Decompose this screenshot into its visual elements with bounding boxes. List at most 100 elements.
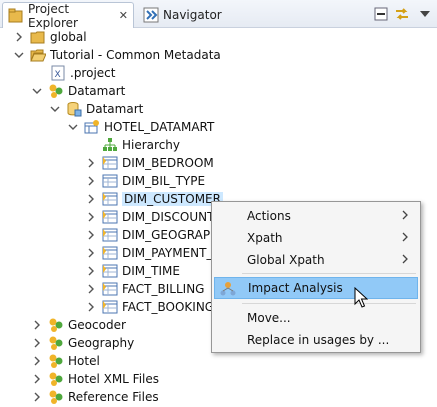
chevron-right-icon[interactable] <box>86 302 96 312</box>
table-icon <box>102 282 118 296</box>
svg-text:X: X <box>55 70 61 80</box>
menu-item-label: Replace in usages by ... <box>247 333 390 347</box>
mouse-cursor-icon <box>354 287 368 308</box>
tree-item-datamart-folder[interactable]: Datamart <box>0 82 125 100</box>
table-icon <box>102 264 118 278</box>
chevron-down-icon[interactable] <box>50 104 60 114</box>
table-row[interactable]: DIM_BEDROOM <box>0 154 214 172</box>
metadata-folder-icon <box>49 84 63 98</box>
table-row-selected[interactable]: DIM_CUSTOMER <box>0 190 223 208</box>
table-row[interactable]: DIM_TIME <box>0 262 180 280</box>
folder-icon <box>30 31 45 44</box>
tree-item-geocoder[interactable]: Geocoder <box>0 316 126 334</box>
chevron-right-icon <box>402 254 408 264</box>
table-icon <box>102 228 118 242</box>
table-row[interactable]: FACT_BILLING <box>0 280 204 298</box>
chevron-right-icon[interactable] <box>32 320 42 330</box>
tree-item-label: Geocoder <box>68 318 126 332</box>
table-row[interactable]: DIM_BIL_TYPE <box>0 172 205 190</box>
chevron-right-icon[interactable] <box>86 266 96 276</box>
tree-item-label: Geography <box>68 336 135 350</box>
project-explorer-icon <box>8 8 23 22</box>
minimize-icon <box>374 7 388 21</box>
tree-item-reference-files[interactable]: Reference Files <box>0 388 159 406</box>
menu-item-impact-analysis[interactable]: Impact Analysis <box>214 277 418 299</box>
tree-item-label: Reference Files <box>68 390 159 404</box>
table-row[interactable]: DIM_DISCOUNT <box>0 208 214 226</box>
chevron-right-icon[interactable] <box>86 230 96 240</box>
chevron-right-icon[interactable] <box>86 158 96 168</box>
metadata-folder-icon <box>49 336 63 350</box>
open-folder-icon <box>30 49 46 62</box>
chevron-down-icon[interactable] <box>14 50 24 60</box>
table-row[interactable]: DIM_PAYMENT_ <box>0 244 212 262</box>
tree-item-global[interactable]: global <box>0 28 87 46</box>
tree-item-hotel-xml-files[interactable]: Hotel XML Files <box>0 370 159 388</box>
tree-item-hotel-datamart[interactable]: HOTEL_DATAMART <box>0 118 214 136</box>
tree-item-project-file[interactable]: X .project <box>0 64 115 82</box>
tab-project-explorer[interactable]: Project Explorer ✕ <box>2 1 134 30</box>
tree-item-label: Tutorial - Common Metadata <box>50 48 221 62</box>
schema-icon <box>84 120 99 134</box>
tree-item-tutorial[interactable]: Tutorial - Common Metadata <box>0 46 221 64</box>
metadata-folder-icon <box>49 354 63 368</box>
chevron-down-icon[interactable] <box>32 86 42 96</box>
tree-item-label: DIM_DISCOUNT <box>122 210 215 224</box>
metadata-folder-icon <box>49 318 63 332</box>
tree-item-label: DIM_CUSTOMER <box>122 192 223 206</box>
menu-item-replace[interactable]: Replace in usages by ... <box>214 329 418 351</box>
metadata-folder-icon <box>49 372 63 386</box>
link-with-editor-button[interactable] <box>394 6 410 22</box>
tab-navigator[interactable]: Navigator <box>138 2 250 28</box>
table-icon <box>102 192 118 206</box>
tab-label: Navigator <box>163 8 222 22</box>
menu-item-xpath[interactable]: Xpath <box>214 227 418 249</box>
menu-item-actions[interactable]: Actions <box>214 205 418 227</box>
tree-item-label: DIM_PAYMENT_ <box>122 246 213 260</box>
chevron-right-icon[interactable] <box>32 374 42 384</box>
tree-item-label: DIM_BEDROOM <box>122 156 214 170</box>
chevron-right-icon <box>402 210 408 220</box>
close-icon[interactable]: ✕ <box>119 9 128 22</box>
chevron-right-icon[interactable] <box>32 392 42 402</box>
tree-item-label: DIM_TIME <box>122 264 180 278</box>
chevron-right-icon[interactable] <box>14 32 24 42</box>
tree-item-label: Hotel XML Files <box>68 372 160 386</box>
metadata-folder-icon <box>49 390 63 404</box>
chevron-right-icon[interactable] <box>86 212 96 222</box>
tree-item-label: HOTEL_DATAMART <box>104 120 215 134</box>
table-row[interactable]: FACT_BOOKING <box>0 298 214 316</box>
tree-item-hotel[interactable]: Hotel <box>0 352 100 370</box>
table-icon <box>102 246 118 260</box>
table-row[interactable]: DIM_GEOGRAPH <box>0 226 219 244</box>
tree-item-label: Datamart <box>86 102 144 116</box>
table-icon <box>102 174 118 188</box>
tree-item-label: global <box>50 30 87 44</box>
menu-item-global-xpath[interactable]: Global Xpath <box>214 249 418 271</box>
tree-item-label: Hotel <box>68 354 100 368</box>
minimize-button[interactable] <box>373 6 389 22</box>
menu-separator <box>242 303 416 304</box>
table-icon <box>102 210 118 224</box>
link-with-editor-icon <box>396 8 408 20</box>
tree-item-geography[interactable]: Geography <box>0 334 134 352</box>
tree-item-label: DIM_GEOGRAPH <box>122 228 220 242</box>
chevron-right-icon[interactable] <box>32 338 42 348</box>
tab-label: Project Explorer <box>28 1 78 30</box>
view-menu-button[interactable] <box>417 6 433 22</box>
table-icon <box>102 156 118 170</box>
chevron-right-icon[interactable] <box>32 356 42 366</box>
tree-item-hierarchy[interactable]: Hierarchy <box>0 136 180 154</box>
chevron-right-icon[interactable] <box>86 248 96 258</box>
chevron-right-icon[interactable] <box>86 176 96 186</box>
menu-separator <box>242 273 416 274</box>
chevron-right-icon[interactable] <box>86 194 96 204</box>
xml-file-icon: X <box>51 65 65 81</box>
menu-item-move[interactable]: Move... <box>214 307 418 329</box>
context-menu: Actions Xpath Global Xpath Impact Analys… <box>211 201 421 353</box>
tree-item-datamart-db[interactable]: Datamart <box>0 100 143 118</box>
tree-item-label: Datamart <box>68 84 126 98</box>
chevron-down-icon[interactable] <box>68 122 78 132</box>
chevron-right-icon[interactable] <box>86 284 96 294</box>
menu-item-label: Move... <box>247 311 291 325</box>
